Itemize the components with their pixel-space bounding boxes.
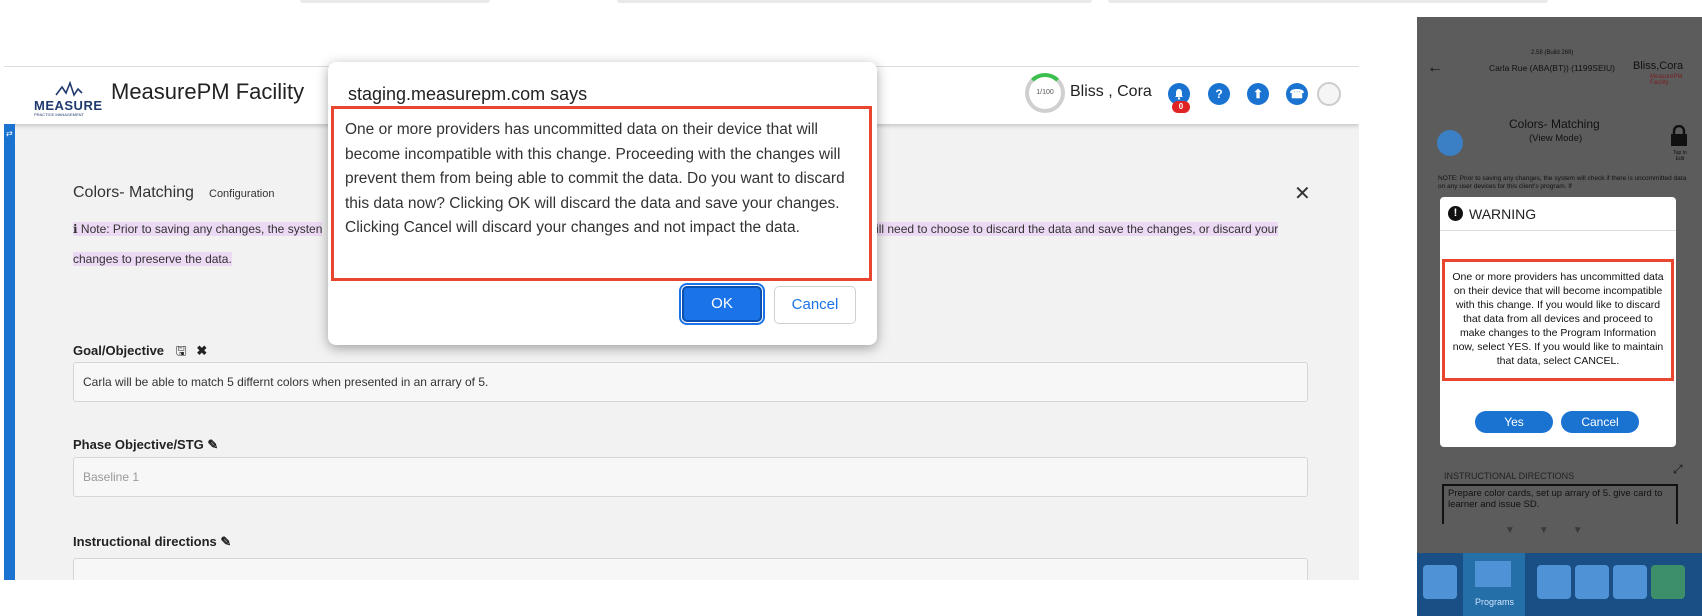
settings-icon[interactable] (1651, 565, 1685, 599)
warning-cancel-button[interactable]: Cancel (1561, 411, 1639, 433)
expand-icon[interactable]: ⤢ (1673, 462, 1683, 477)
yes-button[interactable]: Yes (1475, 411, 1553, 433)
logo-subtext: PRACTICE MANAGEMENT (34, 112, 85, 117)
confirm-dialog: staging.measurepm.com says One or more p… (328, 62, 877, 345)
goal-field[interactable]: Carla will be able to match 5 differnt c… (73, 362, 1308, 402)
warning-header: ! WARNING (1440, 197, 1676, 231)
program-icon (1437, 130, 1463, 156)
help-icon[interactable]: ? (1208, 83, 1230, 105)
warning-dialog: ! WARNING One or more providers has unco… (1440, 197, 1676, 447)
lock-icon[interactable] (1670, 124, 1688, 147)
warning-message: One or more providers has uncommitted da… (1452, 271, 1664, 367)
close-icon[interactable]: ✕ (1294, 181, 1311, 206)
logo-text: MEASURE (34, 98, 103, 113)
program-title: Colors- Matching (1509, 117, 1600, 131)
upload-icon[interactable]: ⬆ (1247, 83, 1269, 105)
view-mode: (View Mode) (1529, 133, 1583, 144)
instructions-header: INSTRUCTIONAL DIRECTIONS (1444, 471, 1575, 481)
delete-icon[interactable]: ✖ (196, 343, 207, 358)
back-arrow-icon[interactable]: ← (1427, 59, 1443, 77)
warning-title: WARNING (1469, 206, 1537, 222)
goal-label-text: Goal/Objective (73, 343, 165, 358)
avatar[interactable] (1317, 82, 1341, 106)
briefcase-icon[interactable] (1537, 565, 1571, 599)
page-subtitle: Configuration (209, 188, 275, 200)
instructions-label: Instructional directions ✎ (73, 534, 231, 550)
client-name: Carla Rue (ABA(BT)) (1199SEIU) (1489, 63, 1615, 73)
nav-programs-label: Programs (1475, 597, 1515, 607)
bottom-nav: Programs (1417, 553, 1702, 616)
scroll-down-icons[interactable]: ▼▼▼ (1505, 525, 1607, 536)
notification-badge: 0 (1172, 101, 1190, 113)
programs-icon (1475, 561, 1511, 587)
phase-label-text: Phase Objective/STG (73, 437, 204, 452)
progress-text: 1/100 (1036, 89, 1054, 96)
nav-programs[interactable]: Programs (1463, 553, 1525, 616)
alarm-clock-icon[interactable] (1575, 565, 1609, 599)
sidebar-toggle-strip[interactable]: ⇄ (4, 124, 15, 580)
phone-note: NOTE: Prior to saving any changes, the s… (1438, 175, 1687, 190)
progress-ring[interactable]: 1/100 (1025, 73, 1065, 113)
dialog-message: One or more providers has uncommitted da… (345, 121, 845, 236)
phone-facility: MeasurePM Facility (1650, 74, 1683, 86)
goal-label: Goal/Objective 🖫 ✖ (73, 342, 207, 364)
top-edge-bar (300, 0, 490, 3)
phone-icon[interactable]: ☎ (1286, 83, 1308, 105)
instructions-field[interactable] (73, 558, 1308, 580)
page-title: Colors- Matching (73, 184, 194, 201)
phone-user-name: Bliss,Cora (1633, 60, 1684, 72)
top-edge-bar (1108, 0, 1548, 3)
edit-icon[interactable]: ✎ (207, 437, 218, 452)
phase-label: Phase Objective/STG ✎ (73, 437, 218, 453)
instructions-text: Prepare color cards, set up arrary of 5.… (1442, 484, 1678, 524)
save-icon[interactable]: 🖫 (176, 343, 187, 358)
instructions-label-text: Instructional directions (73, 534, 217, 549)
calendar-icon[interactable] (1613, 565, 1647, 599)
home-icon[interactable] (1423, 565, 1457, 599)
dialog-title: staging.measurepm.com says (348, 84, 588, 104)
cancel-button[interactable]: Cancel (774, 286, 856, 324)
app-title: MeasurePM Facility (111, 79, 305, 104)
expand-icon[interactable]: ⇄ (6, 129, 13, 138)
warning-icon: ! (1448, 206, 1463, 221)
tap-to-edit: Tap to Edit (1673, 150, 1687, 162)
build-version: 2.58 (Build 269) (1531, 50, 1574, 56)
mobile-app-screen: ← 2.58 (Build 269) Carla Rue (ABA(BT)) (… (1417, 17, 1702, 616)
note-text-right: will need to choose to discard the data … (867, 222, 1279, 236)
phase-field[interactable]: Baseline 1 (73, 457, 1308, 497)
ok-button[interactable]: OK (679, 283, 765, 325)
info-icon: ℹ (73, 222, 81, 236)
top-edge-bar (617, 0, 1092, 3)
edit-icon[interactable]: ✎ (220, 534, 231, 549)
user-name[interactable]: Bliss , Cora (1070, 83, 1152, 101)
note-text-left: Note: Prior to saving any changes, the s… (80, 222, 323, 236)
note-text-line2: changes to preserve the data. (73, 252, 232, 266)
